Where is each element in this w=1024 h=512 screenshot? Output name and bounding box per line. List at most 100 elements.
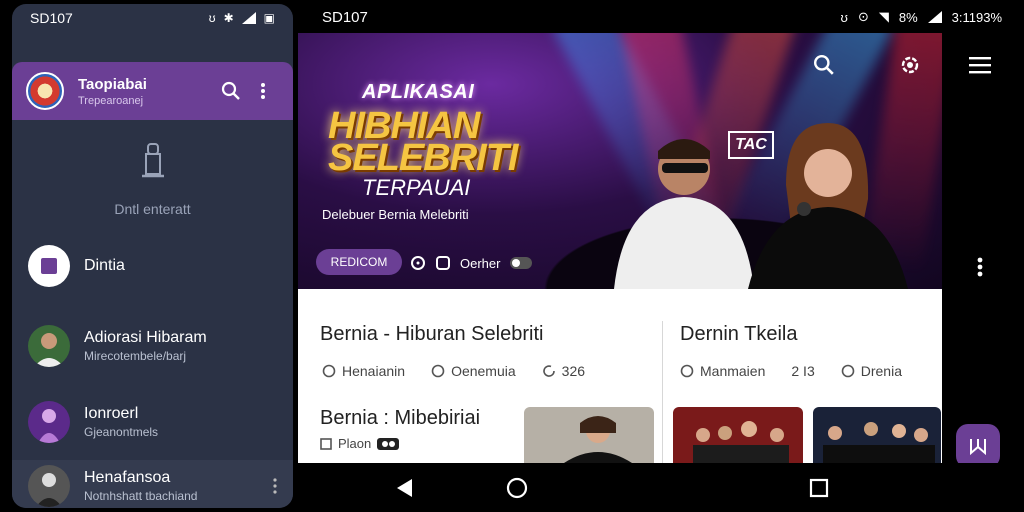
- right-carrier: SD107: [322, 8, 368, 26]
- card2-title[interactable]: Dernin Tkeila: [680, 323, 797, 346]
- drawer-item-henafansoa[interactable]: Henafansoa Notnhshatt tbachiand: [28, 460, 278, 508]
- left-status-bar: SD107 ʊ ✱ ▣: [12, 4, 293, 32]
- vibrate-icon: ʊ: [840, 9, 848, 25]
- recents-square-icon: [809, 478, 829, 498]
- drawer-item-subtitle: Mirecotembele/barj: [84, 349, 187, 363]
- card1-meta-text: Oenemuia: [451, 363, 516, 379]
- column-divider: [662, 321, 663, 463]
- card2-meta: Manmaien 2 I3 Drenia: [680, 363, 902, 379]
- group-photo-image: [823, 422, 935, 463]
- drawer-item-adiorasi[interactable]: Adiorasi Hibaram Mirecotembele/barj: [28, 320, 278, 372]
- signal-icon: [241, 12, 256, 24]
- female-celebrity-image: [748, 123, 908, 289]
- time-icon: [680, 364, 694, 378]
- male-celebrity-image: [614, 139, 754, 289]
- avatar: [28, 401, 70, 443]
- drawer-item-subtitle: Gjeanontmels: [84, 425, 159, 439]
- drawer-item-title: Ionroerl: [84, 405, 139, 422]
- badge-icon: [377, 437, 400, 450]
- tag-icon: [436, 256, 450, 270]
- card4-thumbnail[interactable]: [673, 407, 803, 463]
- hero-settings-button[interactable]: [894, 49, 926, 81]
- card2-meta-text: Manmaien: [700, 363, 766, 379]
- card5-thumbnail[interactable]: [813, 407, 941, 463]
- empty-state: Dntl enteratt: [12, 142, 293, 217]
- floating-action-button[interactable]: [956, 424, 1000, 468]
- refresh-icon[interactable]: [410, 255, 426, 271]
- hero-banner[interactable]: TAC APLIKASAI HIBHIAN SELEBRITI TERPAUAI…: [298, 33, 942, 289]
- gear-icon: [901, 56, 919, 74]
- more-vert-icon: [977, 257, 983, 277]
- card3-thumbnail[interactable]: [524, 407, 654, 463]
- content-list: Bernia - Hiburan Selebriti Henaianin Oen…: [298, 289, 942, 463]
- card2-meta-item: 2 I3: [791, 363, 814, 379]
- drawer-item-title: Dintia: [84, 257, 125, 274]
- card1-title[interactable]: Bernia - Hiburan Selebriti: [320, 323, 543, 346]
- drawer-item-text: Dintia: [84, 257, 278, 275]
- info-icon: [841, 364, 855, 378]
- more-vert-icon[interactable]: [272, 478, 278, 494]
- group-photo-image: [693, 421, 789, 463]
- hero-chip-button[interactable]: REDICOM: [316, 249, 402, 275]
- hamburger-menu-icon: [969, 57, 991, 74]
- app-subtitle: Trepearoanej: [78, 94, 144, 107]
- person-photo-icon: [36, 473, 62, 507]
- drawer-item-dintia[interactable]: Dintia: [28, 240, 278, 292]
- news-anchor-image: [564, 416, 632, 463]
- back-triangle-icon: [397, 479, 412, 497]
- hero-sign: TAC: [728, 131, 774, 159]
- more-vert-icon: [261, 83, 265, 99]
- battery-icon: ▣: [263, 11, 275, 25]
- app-bar: Taopiabai Trepearoanej: [12, 62, 293, 120]
- vibrate-icon: ʊ: [208, 11, 216, 25]
- hero-title-line4: TERPAUAI: [362, 175, 471, 200]
- bluetooth-icon: ✱: [223, 11, 234, 25]
- drawer-more-button[interactable]: [247, 75, 279, 107]
- drawer-item-text: Ionroerl Gjeanontmels: [84, 405, 278, 439]
- nav-home-button[interactable]: [504, 475, 530, 501]
- hero-title-line3: SELEBRITI: [328, 137, 518, 179]
- avatar: [28, 325, 70, 367]
- drawer-item-ionroerl[interactable]: Ionroerl Gjeanontmels: [28, 396, 278, 448]
- system-nav-bar: [298, 463, 1024, 512]
- drawer-search-button[interactable]: [215, 75, 247, 107]
- hero-caption: Delebuer Bernia Melebriti: [322, 207, 469, 222]
- bookmark-icon: [970, 439, 986, 456]
- side-more-button[interactable]: [972, 253, 988, 281]
- hero-meta: Oerher: [410, 255, 533, 271]
- drawer-item-text: Henafansoa Notnhshatt tbachiand: [84, 469, 272, 503]
- battery-percent: 8%: [898, 9, 918, 25]
- card3-meta-text: Plaon: [338, 436, 372, 451]
- nav-recents-button[interactable]: [806, 475, 832, 501]
- comment-icon: [431, 364, 445, 378]
- card3-title[interactable]: Bernia : Mibebiriai: [320, 407, 480, 430]
- drawer-item-subtitle: Notnhshatt tbachiand: [84, 489, 198, 503]
- hero-search-button[interactable]: [808, 49, 840, 81]
- wifi-icon: ◥: [878, 9, 889, 24]
- drawer-item-title: Adiorasi Hibaram: [84, 329, 207, 346]
- refresh-icon: [542, 365, 555, 377]
- card3-meta: Plaon: [320, 436, 400, 451]
- person-photo-icon: [34, 333, 64, 367]
- app-logo: [26, 72, 64, 110]
- right-status-bar: SD107 ʊ ⊙ ◥ 8% 3:1193%: [322, 4, 1002, 30]
- card1-meta-text: Henaianin: [342, 363, 406, 379]
- search-icon: [221, 81, 240, 100]
- time-icon: [322, 364, 336, 378]
- empty-state-icon: [141, 143, 164, 178]
- empty-state-text: Dntl enteratt: [114, 201, 191, 217]
- home-circle-icon: [506, 477, 528, 499]
- nav-back-button[interactable]: [392, 475, 418, 501]
- card2-meta-item: Drenia: [841, 363, 902, 379]
- avatar: [28, 465, 70, 507]
- card1-meta-item: 326: [542, 363, 585, 379]
- menu-button[interactable]: [964, 49, 996, 81]
- clock: 3:1193%: [951, 9, 1002, 25]
- right-side-strip: [942, 33, 1024, 463]
- hero-title-line1: APLIKASAI: [362, 81, 475, 103]
- navigation-drawer: SD107 ʊ ✱ ▣ Taopiabai Trepearoanej Dntl …: [12, 4, 293, 508]
- person-photo-icon: [38, 409, 60, 443]
- signal-icon: [927, 11, 942, 23]
- toggle-icon[interactable]: [510, 257, 533, 269]
- left-carrier: SD107: [30, 10, 73, 26]
